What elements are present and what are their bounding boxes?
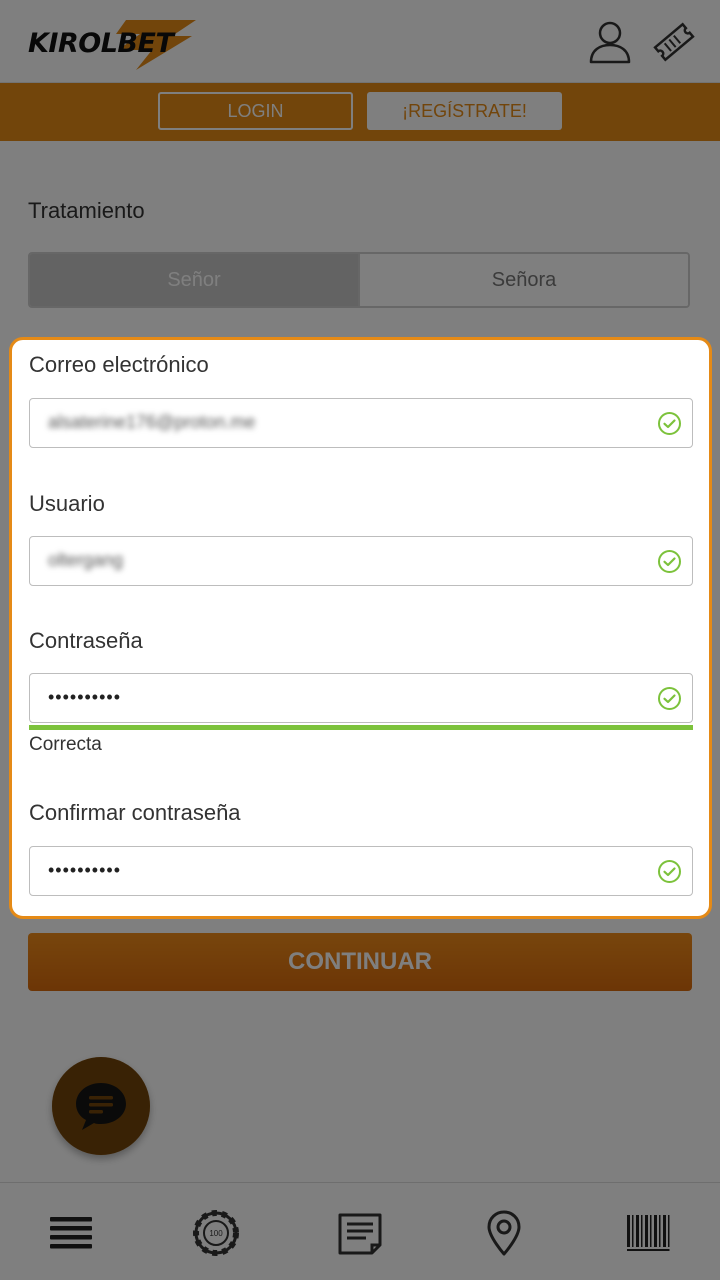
location-icon[interactable] <box>480 1209 528 1257</box>
menu-icon[interactable] <box>47 1209 95 1257</box>
continue-button[interactable]: CONTINUAR <box>28 933 692 991</box>
barcode-icon[interactable] <box>624 1209 672 1257</box>
password-value: •••••••••• <box>48 687 122 707</box>
password-valid-check-icon <box>658 687 681 710</box>
kirolbet-logo[interactable]: KIROLBET .es <box>26 10 206 74</box>
password-label: Contraseña <box>29 628 143 653</box>
logo-text: KIROLBET <box>28 28 174 59</box>
email-label: Correo electrónico <box>29 352 209 377</box>
username-field[interactable]: oltergang <box>29 536 693 586</box>
email-value: alsaterine176@proton.me <box>48 412 256 432</box>
logo-suffix: .es <box>174 54 188 65</box>
auth-bar: LOGIN ¡REGÍSTRATE! <box>0 83 720 141</box>
register-button[interactable]: ¡REGÍSTRATE! <box>367 92 562 130</box>
username-valid-check-icon <box>658 550 681 573</box>
password-strength-bar <box>29 725 693 730</box>
treatment-selector: Señor Señora <box>28 252 690 308</box>
username-label: Usuario <box>29 491 105 516</box>
treatment-label: Tratamiento <box>28 198 145 223</box>
treatment-option-senora[interactable]: Señora <box>360 254 688 306</box>
login-button[interactable]: LOGIN <box>158 92 353 130</box>
confirm-password-value: •••••••••• <box>48 860 122 880</box>
password-field[interactable]: •••••••••• <box>29 673 693 723</box>
ticket-icon[interactable] <box>650 18 698 66</box>
email-field[interactable]: alsaterine176@proton.me <box>29 398 693 448</box>
confirm-password-label: Confirmar contraseña <box>29 800 241 825</box>
password-strength-text: Correcta <box>29 734 102 755</box>
confirm-valid-check-icon <box>658 860 681 883</box>
username-value: oltergang <box>48 550 124 570</box>
chat-icon <box>76 1083 126 1130</box>
app-header: KIROLBET .es <box>0 0 720 83</box>
treatment-option-senor[interactable]: Señor <box>30 254 360 306</box>
confirm-password-field[interactable]: •••••••••• <box>29 846 693 896</box>
highlighted-form-section: Correo electrónico alsaterine176@proton.… <box>9 337 712 919</box>
chat-button[interactable] <box>52 1057 150 1155</box>
user-icon[interactable] <box>586 18 634 66</box>
email-valid-check-icon <box>658 412 681 435</box>
bottom-nav: 100 <box>0 1182 720 1280</box>
bets-list-icon[interactable] <box>336 1209 384 1257</box>
casino-chip-icon[interactable]: 100 <box>192 1209 240 1257</box>
chip-label: 100 <box>209 1229 223 1238</box>
